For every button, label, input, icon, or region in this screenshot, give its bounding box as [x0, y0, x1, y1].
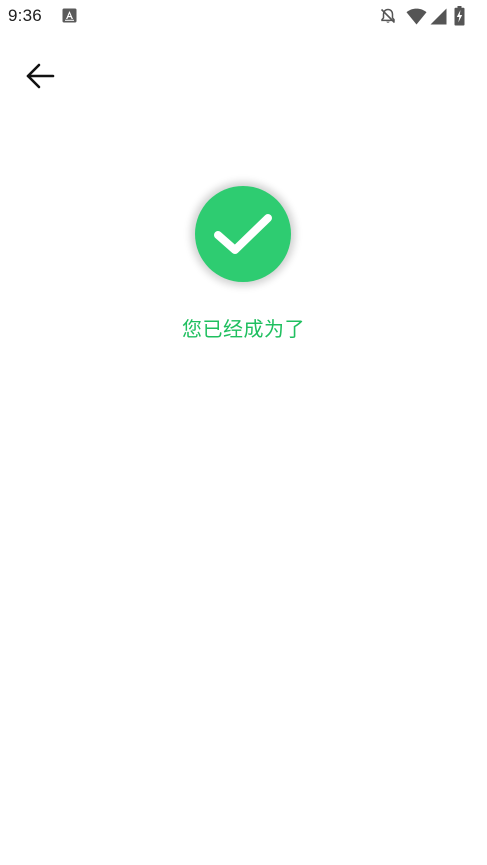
- wifi-icon: [406, 8, 427, 25]
- app-notification-icon: [62, 8, 77, 23]
- check-circle-icon: [214, 214, 272, 254]
- battery-charging-icon: [454, 6, 465, 26]
- status-icons: [379, 5, 479, 27]
- back-button[interactable]: [18, 56, 62, 96]
- toolbar: [0, 40, 487, 110]
- signal-icon: [430, 8, 447, 25]
- status-bar: 9:36: [0, 0, 487, 34]
- success-message: 您已经成为了: [182, 317, 305, 341]
- bell-off-icon: [380, 8, 396, 24]
- status-time: 9:36: [8, 6, 42, 25]
- success-badge: [195, 186, 291, 282]
- arrow-left-icon: [26, 63, 55, 89]
